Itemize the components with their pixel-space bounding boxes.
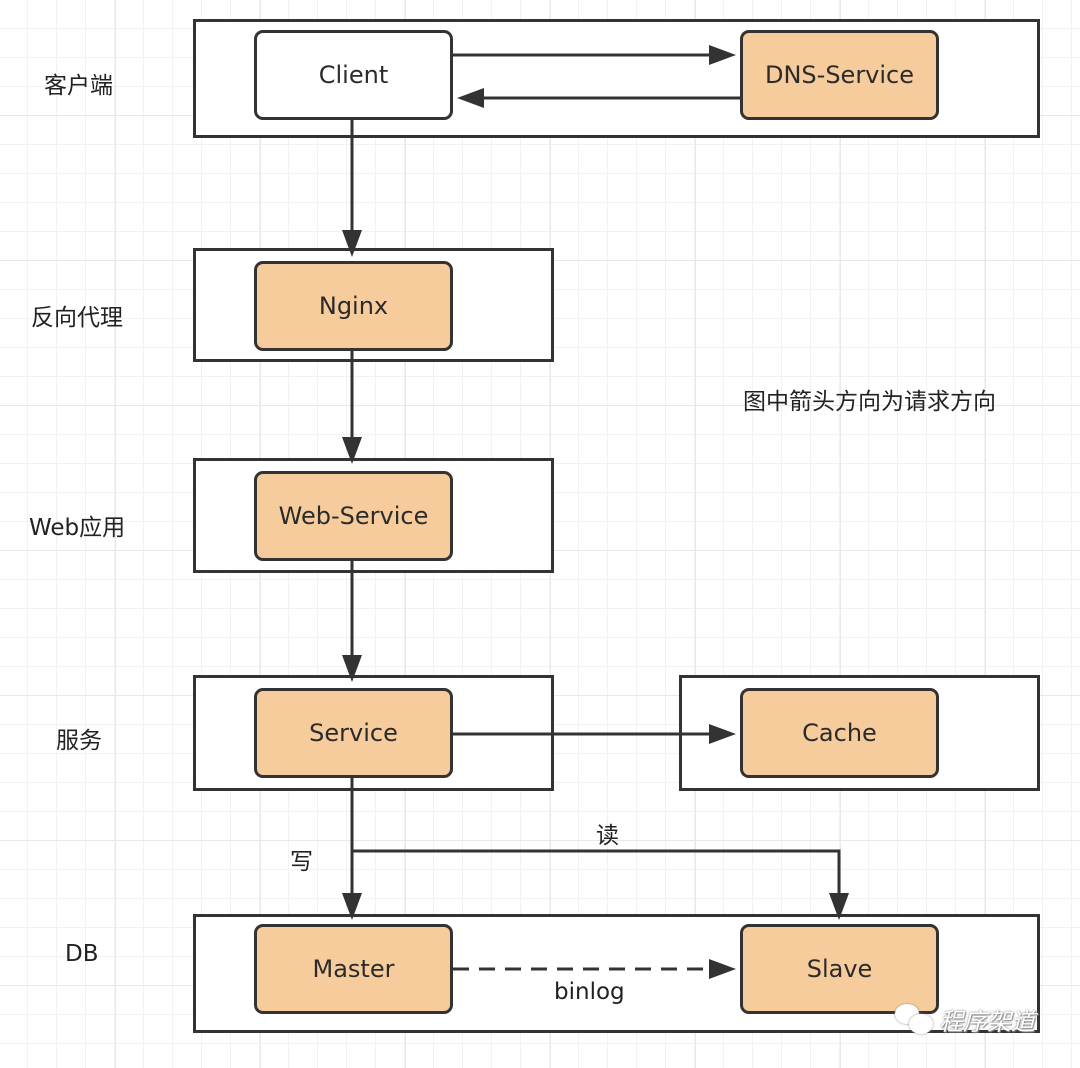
- node-dns-service-label: DNS-Service: [764, 61, 915, 89]
- watermark-text: 程序架道: [939, 1008, 1035, 1036]
- node-nginx-label: Nginx: [318, 292, 389, 320]
- node-service-label: Service: [309, 719, 398, 747]
- node-cache-label: Cache: [802, 719, 877, 747]
- node-client[interactable]: Client: [254, 30, 453, 120]
- edge-label-read: 读: [596, 823, 619, 849]
- arrowhead-master-to-slave: [709, 959, 736, 979]
- edge-label-binlog: binlog: [554, 979, 625, 1005]
- arrowhead-service-to-slave: [829, 893, 849, 920]
- node-master-label: Master: [312, 955, 395, 983]
- layer-label-client: 客户端: [44, 73, 113, 99]
- watermark: 程序架道: [895, 1002, 1035, 1037]
- wechat-icon: [895, 1003, 935, 1036]
- arrowhead-web-to-service: [342, 655, 362, 682]
- node-slave-label: Slave: [806, 955, 873, 983]
- edge-service-to-slave: [352, 849, 841, 898]
- arrowhead-service-to-master: [342, 893, 362, 920]
- layer-label-db: DB: [65, 941, 99, 967]
- node-service[interactable]: Service: [254, 688, 453, 778]
- node-web-service[interactable]: Web-Service: [254, 471, 453, 561]
- arrowhead-client-to-nginx: [342, 230, 362, 257]
- arrowhead-nginx-to-web: [342, 437, 362, 464]
- arrowhead-dns-to-client: [457, 88, 484, 108]
- layer-label-proxy: 反向代理: [31, 305, 123, 331]
- connectors: [342, 45, 849, 979]
- direction-note: 图中箭头方向为请求方向: [743, 389, 996, 415]
- node-master[interactable]: Master: [254, 924, 453, 1014]
- node-dns-service[interactable]: DNS-Service: [740, 30, 939, 120]
- node-web-service-label: Web-Service: [278, 502, 429, 530]
- arrowhead-client-to-dns: [709, 45, 736, 65]
- edge-label-write: 写: [290, 849, 313, 875]
- node-cache[interactable]: Cache: [740, 688, 939, 778]
- node-slave[interactable]: Slave: [740, 924, 939, 1014]
- node-client-label: Client: [318, 61, 389, 89]
- layer-label-service: 服务: [56, 728, 102, 754]
- layer-label-web: Web应用: [29, 515, 126, 541]
- arrowhead-service-to-cache: [709, 724, 736, 744]
- node-nginx[interactable]: Nginx: [254, 261, 453, 351]
